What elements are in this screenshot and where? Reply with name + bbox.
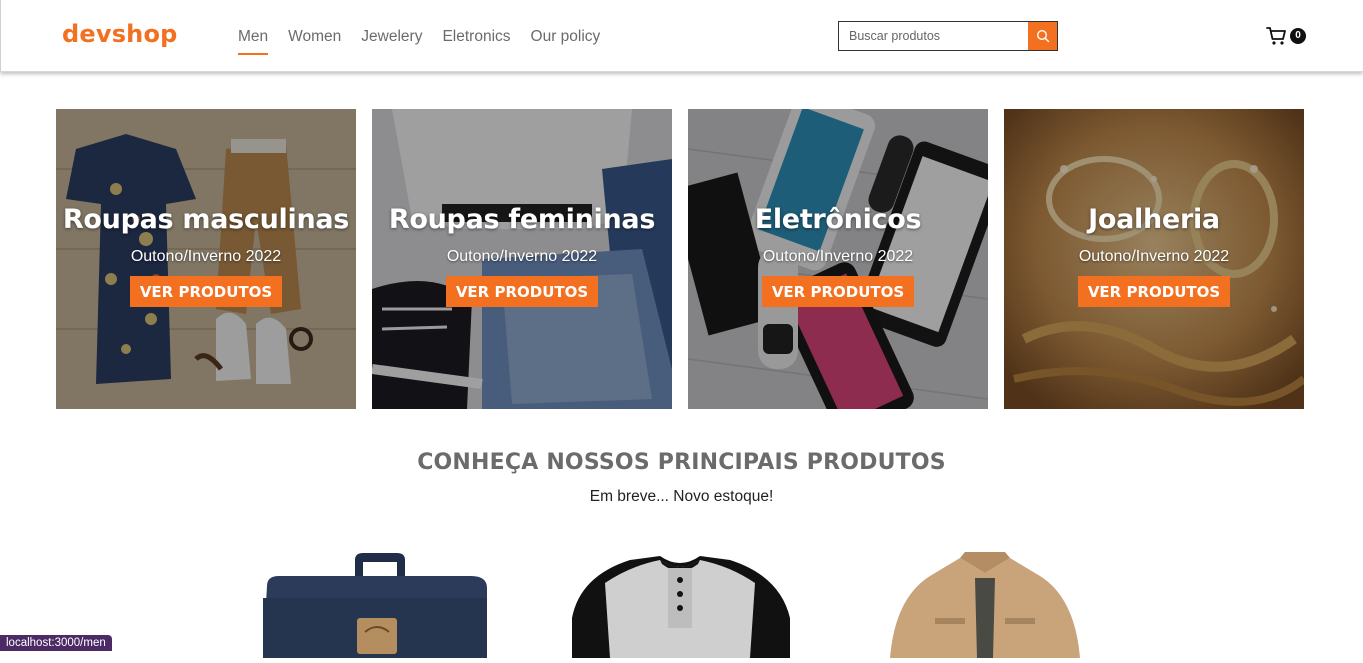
- cart-icon: [1266, 27, 1286, 45]
- banner-subtitle: Outono/Inverno 2022: [762, 248, 914, 265]
- search-button[interactable]: [1028, 22, 1057, 50]
- product-henley-shirt[interactable]: [560, 548, 800, 658]
- banner-electronics[interactable]: Eletrônicos Outono/Inverno 2022 VER PROD…: [688, 109, 988, 409]
- banner-title: Eletrônicos: [754, 204, 922, 235]
- jacket-image: [890, 552, 1080, 658]
- banner-content: Roupas femininas Outono/Inverno 2022 VER…: [372, 204, 672, 307]
- henley-shirt-image: [572, 556, 790, 658]
- product-jacket[interactable]: [865, 548, 1105, 658]
- nav-item-men[interactable]: Men: [238, 27, 269, 55]
- nav-item-jewelery[interactable]: Jewelery: [361, 27, 422, 55]
- main-nav: Men Women Jewelery Eletronics Our policy: [238, 27, 620, 55]
- banner-jewelry[interactable]: Joalheria Outono/Inverno 2022 VER PRODUT…: [1004, 109, 1304, 409]
- banner-subtitle: Outono/Inverno 2022: [130, 248, 282, 265]
- banner-title: Roupas femininas: [388, 204, 656, 235]
- product-list: [255, 548, 1095, 658]
- banner-title: Roupas masculinas: [62, 204, 350, 235]
- search-icon: [1036, 29, 1049, 43]
- banner-content: Roupas masculinas Outono/Inverno 2022 VE…: [56, 204, 356, 307]
- category-banners: Roupas masculinas Outono/Inverno 2022 VE…: [56, 109, 1320, 409]
- section-title: CONHEÇA NOSSOS PRINCIPAIS PRODUTOS: [417, 450, 946, 475]
- backpack-image: [263, 553, 487, 658]
- cart-button[interactable]: 0: [1266, 25, 1308, 49]
- banner-subtitle: Outono/Inverno 2022: [446, 248, 598, 265]
- logo[interactable]: devshop: [62, 20, 178, 48]
- browser-status-bar: localhost:3000/men: [0, 635, 112, 651]
- banner-women[interactable]: Roupas femininas Outono/Inverno 2022 VER…: [372, 109, 672, 409]
- ver-produtos-button[interactable]: VER PRODUTOS: [1077, 276, 1231, 307]
- search-bar: [838, 21, 1058, 51]
- banner-subtitle: Outono/Inverno 2022: [1078, 248, 1230, 265]
- ver-produtos-button[interactable]: VER PRODUTOS: [761, 276, 915, 307]
- nav-item-our-policy[interactable]: Our policy: [531, 27, 601, 55]
- site-header: devshop Men Women Jewelery Eletronics Ou…: [0, 0, 1363, 72]
- product-backpack[interactable]: [255, 548, 495, 658]
- search-input[interactable]: [839, 22, 1029, 50]
- banner-men[interactable]: Roupas masculinas Outono/Inverno 2022 VE…: [56, 109, 356, 409]
- nav-item-women[interactable]: Women: [288, 27, 341, 55]
- ver-produtos-button[interactable]: VER PRODUTOS: [129, 276, 283, 307]
- section-subtitle: Em breve... Novo estoque!: [589, 488, 774, 505]
- banner-content: Eletrônicos Outono/Inverno 2022 VER PROD…: [688, 204, 988, 307]
- banner-content: Joalheria Outono/Inverno 2022 VER PRODUT…: [1004, 204, 1304, 307]
- banner-title: Joalheria: [1088, 204, 1220, 235]
- nav-item-eletronics[interactable]: Eletronics: [442, 27, 510, 55]
- ver-produtos-button[interactable]: VER PRODUTOS: [445, 276, 599, 307]
- cart-count-badge: 0: [1290, 28, 1306, 44]
